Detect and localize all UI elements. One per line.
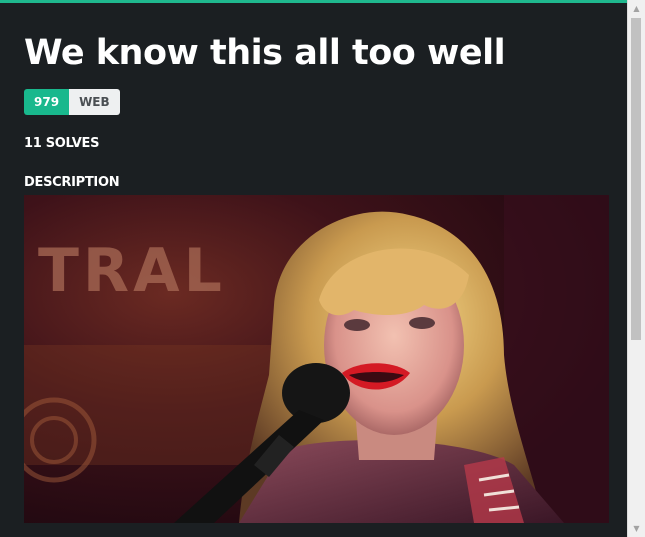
scrollbar-thumb[interactable] [631, 18, 641, 340]
challenge-title: We know this all too well [24, 33, 506, 73]
points-badge: 979 [24, 89, 70, 115]
challenge-page: We know this all too well 979 WEB 11 SOL… [0, 0, 645, 537]
triangle-up-icon[interactable]: ▲ [628, 0, 645, 17]
scrollbar[interactable]: ▲ ▼ [627, 0, 645, 537]
modal-accent-bar [0, 0, 628, 3]
category-badge: WEB [69, 89, 120, 115]
challenge-modal: We know this all too well 979 WEB 11 SOL… [0, 3, 628, 537]
solves-count[interactable]: 11 SOLVES [24, 136, 99, 151]
singer-photo: TRAL [24, 195, 609, 523]
triangle-down-icon[interactable]: ▼ [628, 520, 645, 537]
background-sign: TRAL [38, 236, 226, 306]
description-heading: DESCRIPTION [24, 175, 120, 190]
description-image: TRAL [24, 195, 609, 523]
challenge-tags: 979 WEB [24, 89, 120, 115]
